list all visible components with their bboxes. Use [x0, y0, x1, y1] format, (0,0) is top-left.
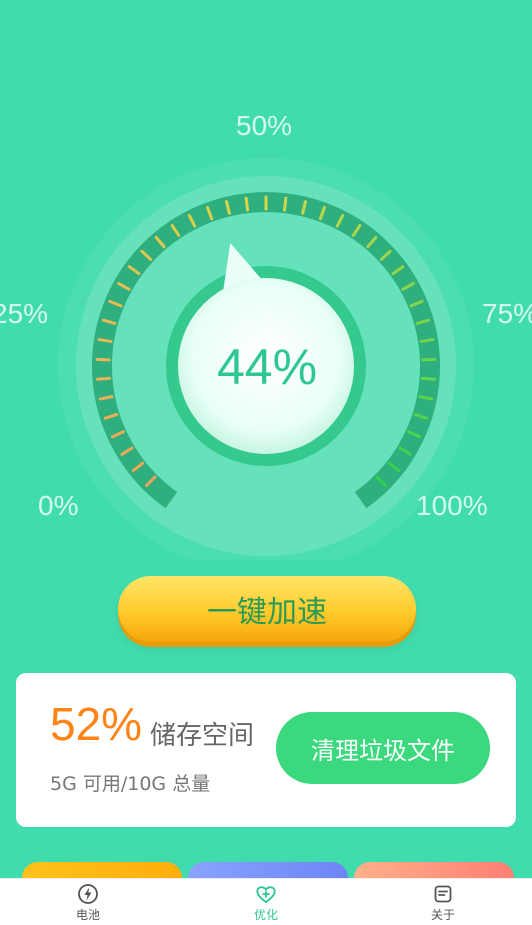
storage-card: 52% 储存空间 5G 可用/10G 总量 清理垃圾文件: [16, 673, 516, 827]
heart-plus-icon: [255, 883, 277, 905]
bottom-tab-bar: 电池 优化 关于: [0, 878, 532, 925]
speed-gauge: 50% 25% 75% 0% 100% 44%: [0, 100, 532, 560]
bolt-icon: [77, 883, 99, 905]
storage-percent: 52%: [50, 697, 142, 751]
gauge-tick: [421, 340, 433, 342]
tab-optimize[interactable]: 优化: [226, 883, 306, 923]
gauge-percent: 44%: [180, 338, 354, 396]
tab-about[interactable]: 关于: [403, 883, 483, 923]
storage-detail: 5G 可用/10G 总量: [50, 769, 210, 796]
scale-label-100: 100%: [416, 490, 488, 522]
scale-label-75: 75%: [482, 298, 532, 330]
tab-battery-label: 电池: [48, 906, 128, 923]
scale-label-0: 0%: [38, 490, 78, 522]
storage-title: 储存空间: [150, 715, 254, 752]
tab-optimize-label: 优化: [226, 906, 306, 923]
tab-about-label: 关于: [403, 906, 483, 923]
gauge-tick: [98, 378, 110, 379]
clean-junk-files-button[interactable]: 清理垃圾文件: [276, 712, 490, 784]
gauge-tick: [423, 378, 435, 379]
info-doc-icon: [432, 883, 454, 905]
gauge-tick: [284, 198, 285, 210]
gauge-tick: [99, 340, 111, 342]
tab-battery[interactable]: 电池: [48, 883, 128, 923]
scale-label-50: 50%: [236, 110, 292, 142]
scale-label-25: 25%: [0, 298, 48, 330]
one-tap-boost-button[interactable]: 一键加速: [118, 576, 416, 642]
gauge-tick: [246, 198, 247, 210]
